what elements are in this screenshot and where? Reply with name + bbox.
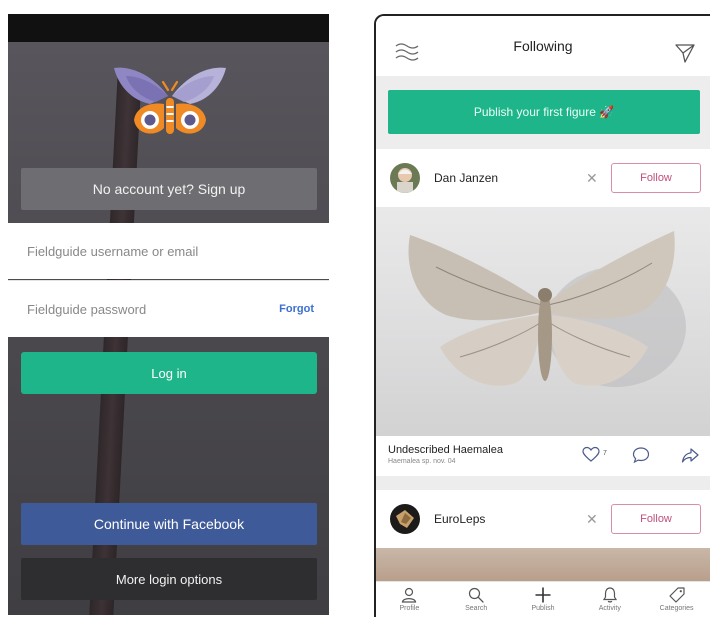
top-bar: Following (376, 16, 710, 76)
login-screen: No account yet? Sign up Forgot Log in Co… (8, 14, 329, 615)
publish-first-figure-button[interactable]: Publish your first figure 🚀 (388, 90, 700, 134)
facebook-login-button[interactable]: Continue with Facebook (21, 503, 317, 545)
post-author[interactable]: EuroLeps (434, 512, 485, 526)
send-icon[interactable] (674, 42, 696, 64)
moth-photo-icon (408, 231, 686, 387)
bell-icon (602, 587, 617, 603)
feed-screen: Following Publish your first figure 🚀 Da… (374, 14, 710, 617)
dismiss-icon[interactable]: ✕ (586, 170, 598, 187)
password-input[interactable] (25, 300, 259, 318)
post-author[interactable]: Dan Janzen (434, 171, 498, 185)
tab-publish[interactable]: Publish (510, 582, 577, 617)
more-login-options-button[interactable]: More login options (21, 558, 317, 600)
tab-label: Categories (659, 605, 694, 612)
field-divider (8, 280, 329, 281)
plus-icon (535, 587, 551, 603)
tab-label: Activity (598, 605, 621, 612)
post-header: Dan Janzen ✕ Follow (376, 149, 710, 207)
tab-label: Search (465, 605, 488, 612)
profile-icon (402, 587, 417, 603)
heart-icon[interactable] (582, 446, 600, 464)
tab-search[interactable]: Search (443, 582, 510, 617)
forgot-password-link[interactable]: Forgot (279, 303, 314, 315)
page-title: Following (513, 38, 573, 54)
tab-activity[interactable]: Activity (576, 582, 643, 617)
post-subtitle: Haemalea sp. nov. 04 (388, 458, 456, 465)
search-icon (469, 587, 484, 603)
tag-icon (668, 587, 685, 603)
username-field-row (8, 223, 329, 279)
signup-button[interactable]: No account yet? Sign up (21, 168, 317, 210)
tab-profile[interactable]: Profile (376, 582, 443, 617)
tab-categories[interactable]: Categories (643, 582, 710, 617)
post-caption-bar: Undescribed Haemalea Haemalea sp. nov. 0… (376, 436, 710, 476)
post-title[interactable]: Undescribed Haemalea (388, 444, 503, 456)
follow-button[interactable]: Follow (611, 163, 701, 193)
share-icon[interactable] (681, 446, 699, 464)
password-field-row: Forgot (8, 281, 329, 337)
tab-label: Profile (399, 605, 420, 612)
comment-icon[interactable] (632, 446, 650, 464)
like-count: 7 (603, 450, 607, 457)
dismiss-icon[interactable]: ✕ (586, 511, 598, 528)
tab-label: Publish (531, 605, 555, 612)
menu-icon[interactable] (394, 42, 420, 62)
username-input[interactable] (25, 242, 259, 260)
avatar[interactable] (390, 504, 420, 534)
status-bar (8, 14, 329, 42)
avatar[interactable] (390, 163, 420, 193)
moth-logo-icon (114, 67, 226, 134)
post-photo[interactable] (376, 207, 710, 436)
post-header: EuroLeps ✕ Follow (376, 490, 710, 548)
follow-button[interactable]: Follow (611, 504, 701, 534)
login-button[interactable]: Log in (21, 352, 317, 394)
bottom-tab-bar: Profile Search Publish Activity Categori… (376, 581, 710, 617)
